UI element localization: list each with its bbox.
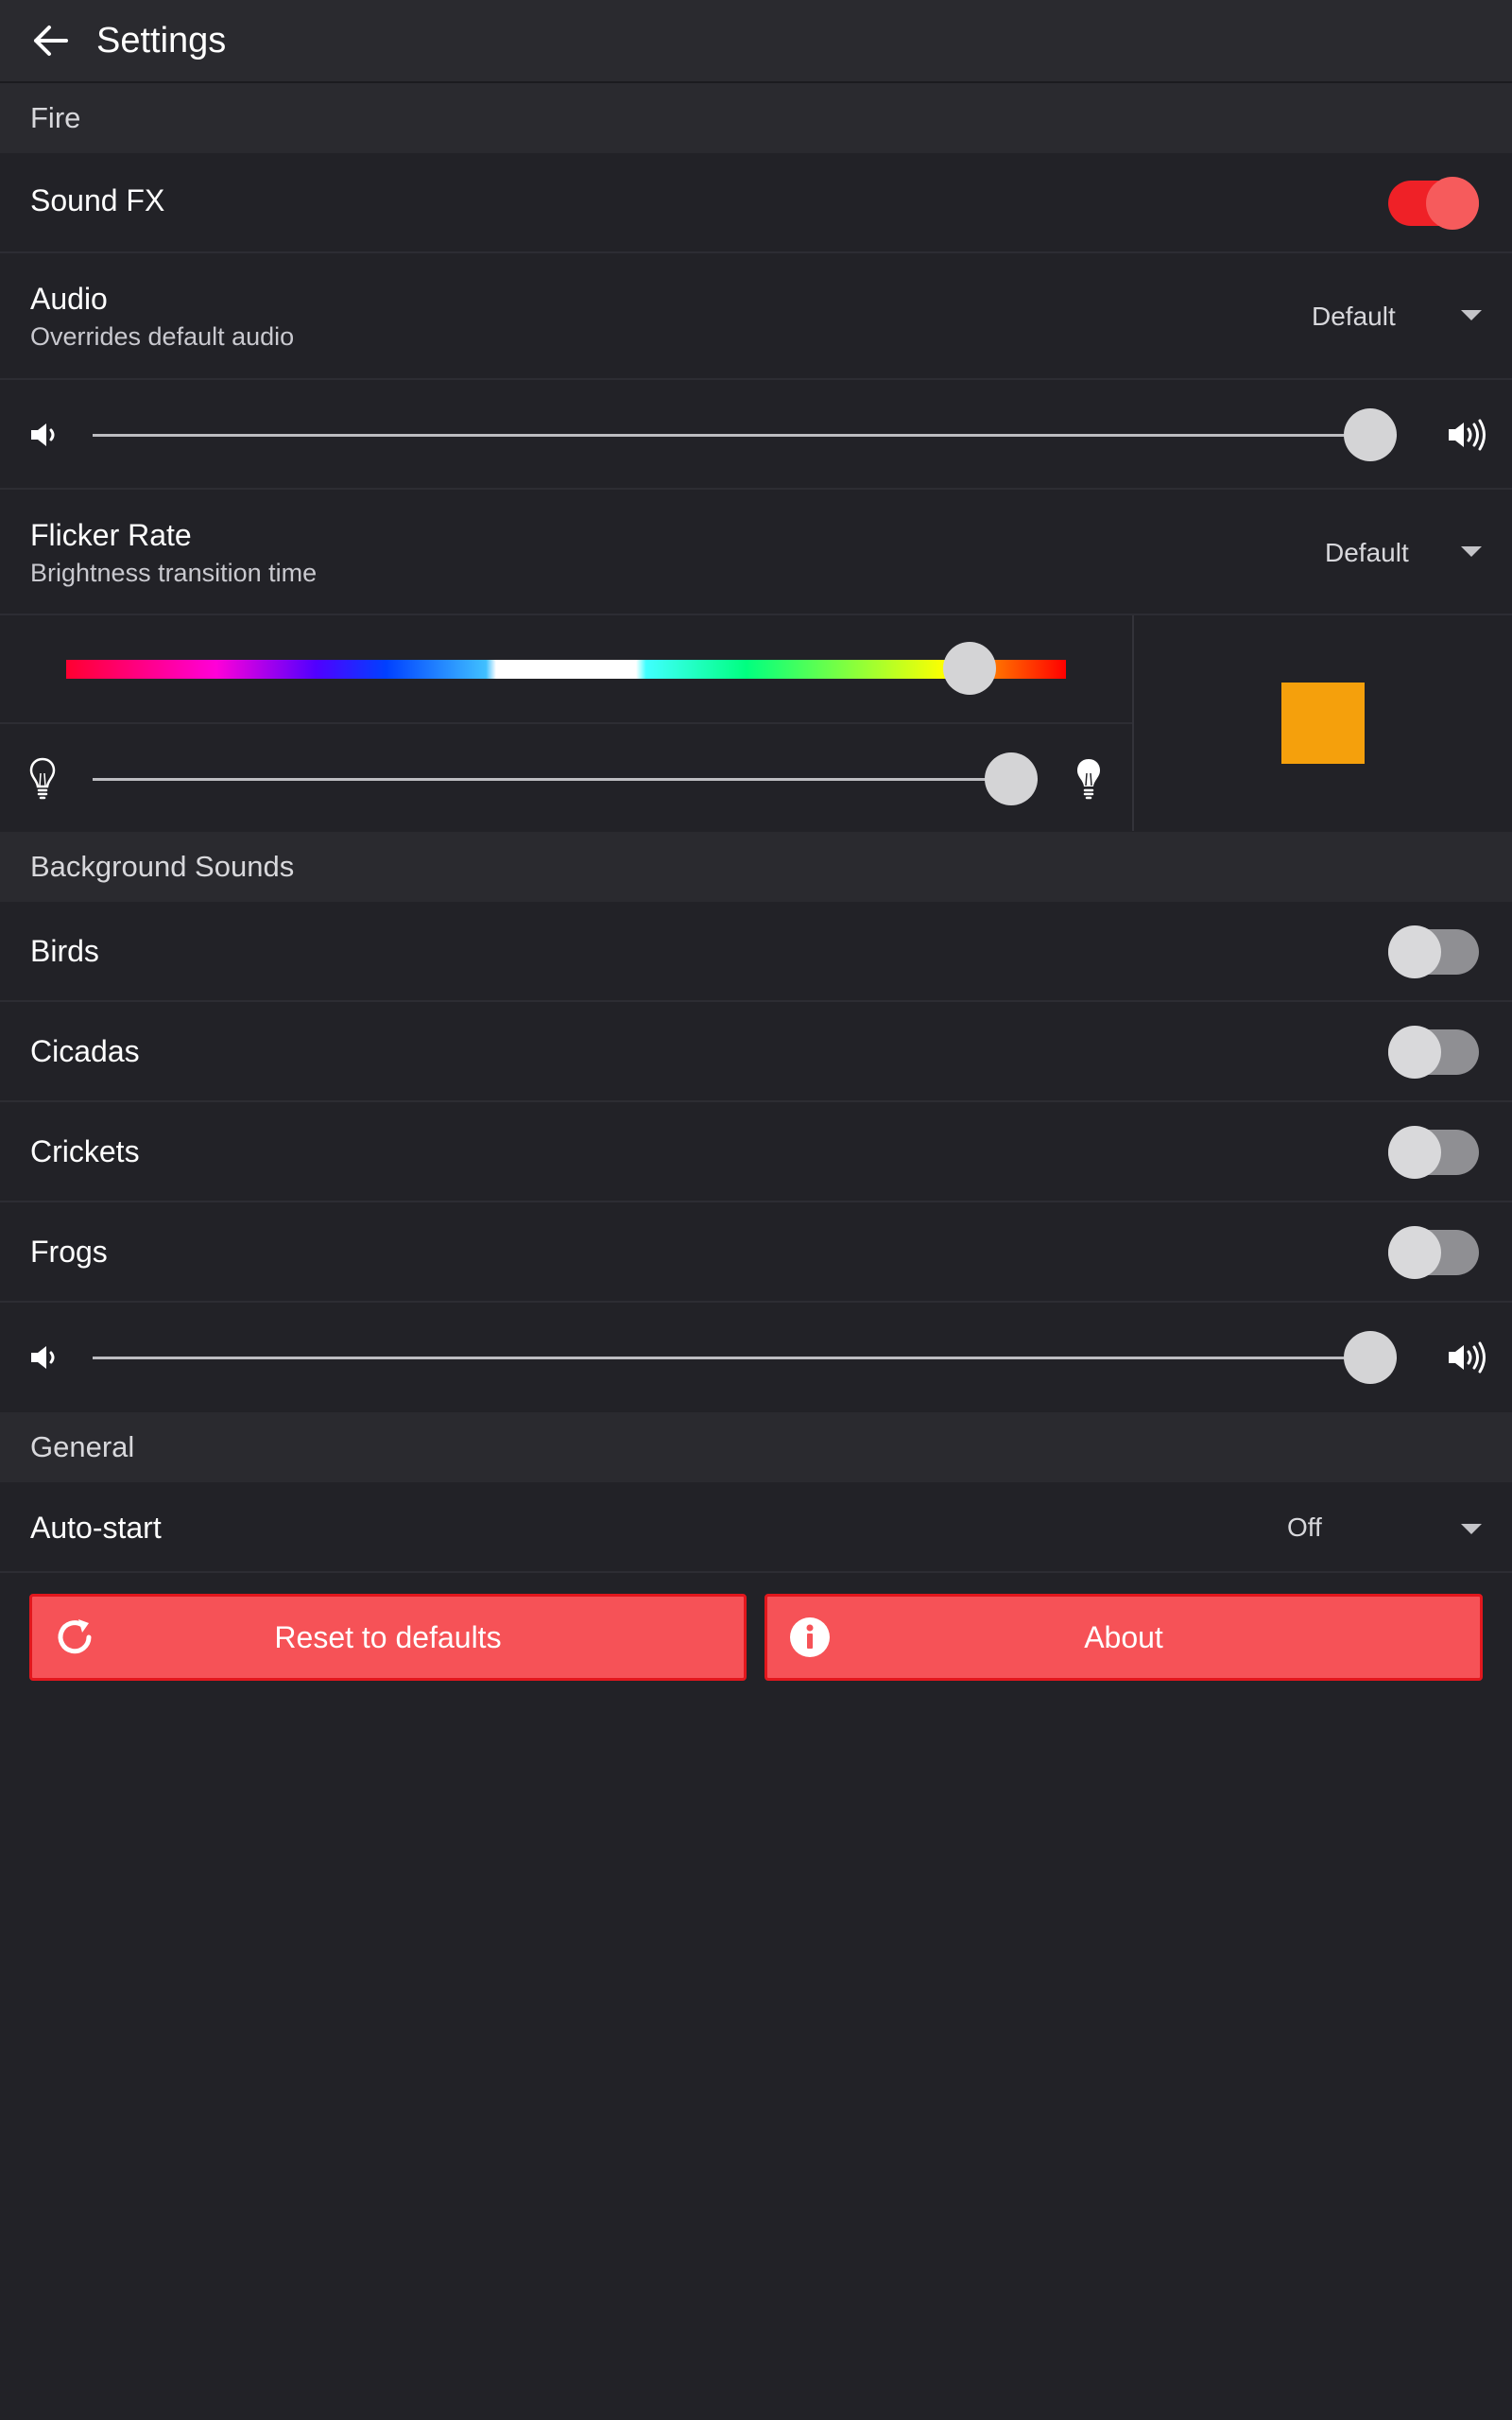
setting-subtitle: Overrides default audio bbox=[30, 322, 295, 351]
bulb-filled-icon bbox=[1077, 759, 1100, 800]
section-header-fire: Fire bbox=[0, 83, 1512, 153]
setting-row-flicker-rate[interactable]: Flicker Rate Brightness transition time … bbox=[0, 490, 1512, 615]
volume-low-icon bbox=[31, 1346, 55, 1369]
volume-low-icon bbox=[31, 424, 55, 446]
toggle-thumb bbox=[1388, 925, 1441, 978]
toggle-thumb bbox=[1388, 1226, 1441, 1279]
section-header-general: General bbox=[0, 1412, 1512, 1482]
divider bbox=[0, 722, 1132, 724]
setting-label: Crickets bbox=[30, 1134, 140, 1168]
setting-row-cicadas[interactable]: Cicadas bbox=[0, 1002, 1512, 1102]
auto-start-dropdown[interactable]: Off bbox=[1228, 1482, 1512, 1571]
brightness-slider[interactable] bbox=[93, 751, 1038, 807]
reset-to-defaults-button[interactable]: Reset to defaults bbox=[29, 1594, 747, 1681]
chevron-down-icon bbox=[1461, 310, 1482, 320]
setting-label: Cicadas bbox=[30, 1034, 140, 1068]
setting-row-crickets[interactable]: Crickets bbox=[0, 1102, 1512, 1202]
slider-rail bbox=[93, 778, 1038, 781]
slider-rail bbox=[93, 434, 1397, 437]
toggle-thumb bbox=[1388, 1126, 1441, 1179]
setting-label: Flicker Rate bbox=[30, 518, 192, 552]
app-bar: Settings bbox=[0, 0, 1512, 83]
setting-row-frogs[interactable]: Frogs bbox=[0, 1202, 1512, 1303]
slider-knob[interactable] bbox=[1344, 1331, 1397, 1384]
crickets-toggle[interactable] bbox=[1388, 1126, 1479, 1179]
setting-label: Auto-start bbox=[30, 1511, 162, 1545]
dropdown-value: Off bbox=[1287, 1512, 1322, 1542]
dropdown-value: Default bbox=[1325, 538, 1409, 567]
button-label: About bbox=[1084, 1620, 1163, 1654]
toggle-thumb bbox=[1426, 177, 1479, 230]
bulb-outline-icon bbox=[29, 757, 56, 800]
hue-slider-knob[interactable] bbox=[943, 642, 996, 695]
arrow-left-icon[interactable] bbox=[30, 21, 70, 60]
dropdown-value: Default bbox=[1312, 302, 1396, 331]
setting-row-audio[interactable]: Audio Overrides default audio Default bbox=[0, 253, 1512, 380]
fire-volume-slider[interactable] bbox=[93, 406, 1397, 463]
slider-rail bbox=[93, 1357, 1397, 1359]
hue-slider-track[interactable] bbox=[66, 660, 1066, 679]
flicker-rate-dropdown[interactable]: Default bbox=[1228, 490, 1512, 614]
volume-high-icon bbox=[1449, 1341, 1486, 1374]
fire-volume-row bbox=[0, 380, 1512, 490]
chevron-down-icon bbox=[1461, 1524, 1482, 1534]
volume-high-icon bbox=[1449, 419, 1486, 451]
audio-dropdown[interactable]: Default bbox=[1228, 253, 1512, 378]
background-volume-row bbox=[0, 1303, 1512, 1412]
setting-label: Audio bbox=[30, 282, 108, 316]
toggle-thumb bbox=[1388, 1026, 1441, 1079]
slider-knob[interactable] bbox=[985, 752, 1038, 805]
frogs-toggle[interactable] bbox=[1388, 1226, 1479, 1279]
setting-subtitle: Brightness transition time bbox=[30, 559, 318, 587]
setting-row-auto-start[interactable]: Auto-start Off bbox=[0, 1482, 1512, 1573]
cicadas-toggle[interactable] bbox=[1388, 1026, 1479, 1079]
divider bbox=[1132, 615, 1134, 831]
setting-label: Sound FX bbox=[30, 183, 165, 217]
setting-label: Frogs bbox=[30, 1235, 108, 1269]
button-label: Reset to defaults bbox=[274, 1620, 502, 1654]
slider-knob[interactable] bbox=[1344, 408, 1397, 461]
background-volume-slider[interactable] bbox=[93, 1329, 1397, 1386]
page-title: Settings bbox=[96, 21, 227, 60]
birds-toggle[interactable] bbox=[1388, 925, 1479, 978]
sound-fx-toggle[interactable] bbox=[1388, 177, 1479, 230]
chevron-down-icon bbox=[1461, 546, 1482, 557]
about-button[interactable]: About bbox=[765, 1594, 1483, 1681]
setting-row-birds[interactable]: Birds bbox=[0, 902, 1512, 1002]
setting-label: Birds bbox=[30, 934, 99, 968]
setting-row-sound-fx[interactable]: Sound FX bbox=[0, 153, 1512, 253]
section-header-background-sounds: Background Sounds bbox=[0, 832, 1512, 902]
color-preview-swatch bbox=[1281, 683, 1365, 764]
